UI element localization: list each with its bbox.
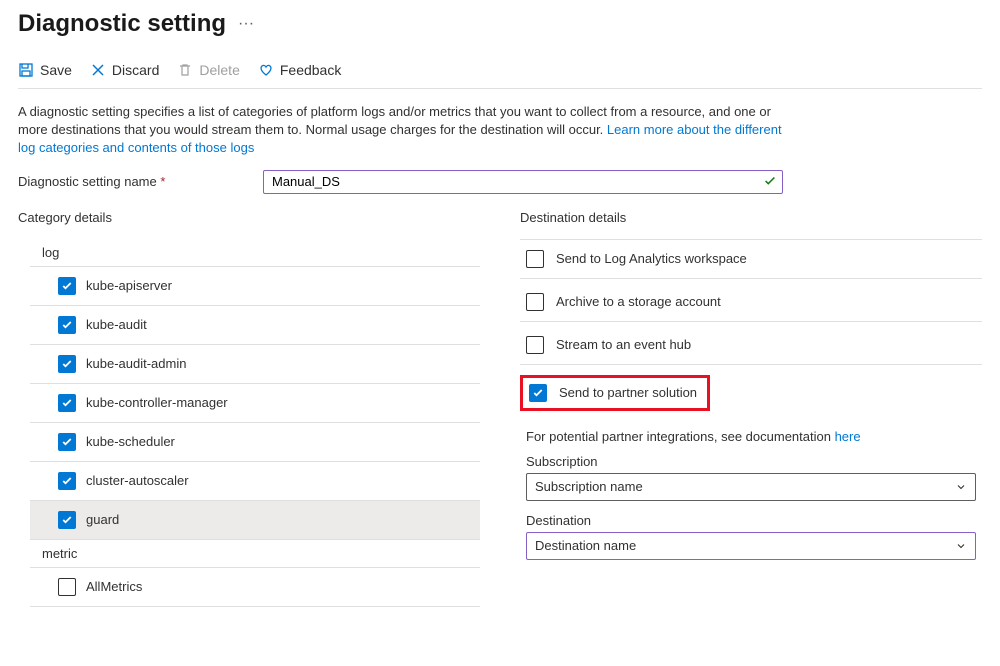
trash-icon <box>177 62 193 78</box>
log-cluster-autoscaler-row[interactable]: cluster-autoscaler <box>30 462 480 501</box>
partner-help-text: For potential partner integrations, see … <box>526 429 982 444</box>
log-kube-controller-manager-checkbox[interactable] <box>58 394 76 412</box>
check-icon <box>763 174 777 191</box>
destination-dropdown[interactable]: Destination name <box>526 532 976 560</box>
dest-row[interactable]: Stream to an event hub <box>520 326 982 365</box>
partner-checkbox[interactable] <box>529 384 547 402</box>
discard-button[interactable]: Discard <box>90 62 159 78</box>
partner-doc-link[interactable]: here <box>835 429 861 444</box>
log-kube-audit-admin-checkbox[interactable] <box>58 355 76 373</box>
destination-label: Destination <box>526 513 982 528</box>
log-kube-audit-admin-label: kube-audit-admin <box>86 356 186 371</box>
dest-checkbox[interactable] <box>526 250 544 268</box>
destination-value: Destination name <box>535 538 636 553</box>
heart-icon <box>258 62 274 78</box>
category-title: Category details <box>18 210 480 225</box>
log-cluster-autoscaler-checkbox[interactable] <box>58 472 76 490</box>
log-cluster-autoscaler-label: cluster-autoscaler <box>86 473 189 488</box>
dest-label: Archive to a storage account <box>556 294 721 309</box>
metric-group-header: metric <box>30 540 480 568</box>
destination-title: Destination details <box>520 210 982 225</box>
category-details: Category details log kube-apiserver kube-… <box>18 210 480 607</box>
save-icon <box>18 62 34 78</box>
more-actions-button[interactable]: ··· <box>234 15 258 33</box>
log-kube-audit-label: kube-audit <box>86 317 147 332</box>
save-label: Save <box>40 62 72 78</box>
log-kube-controller-manager-row[interactable]: kube-controller-manager <box>30 384 480 423</box>
dest-row[interactable]: Archive to a storage account <box>520 283 982 322</box>
metric-AllMetrics-row[interactable]: AllMetrics <box>30 568 480 607</box>
save-button[interactable]: Save <box>18 62 72 78</box>
partner-solution-highlight: Send to partner solution <box>520 375 710 411</box>
close-icon <box>90 62 106 78</box>
subscription-dropdown[interactable]: Subscription name <box>526 473 976 501</box>
dest-checkbox[interactable] <box>526 336 544 354</box>
log-group-header: log <box>30 239 480 267</box>
log-kube-scheduler-label: kube-scheduler <box>86 434 175 449</box>
log-kube-apiserver-checkbox[interactable] <box>58 277 76 295</box>
log-guard-label: guard <box>86 512 119 527</box>
discard-label: Discard <box>112 62 159 78</box>
setting-name-label: Diagnostic setting name * <box>18 174 253 189</box>
delete-button: Delete <box>177 62 239 78</box>
page-title: Diagnostic setting <box>18 10 226 38</box>
log-guard-checkbox[interactable] <box>58 511 76 529</box>
delete-label: Delete <box>199 62 239 78</box>
log-kube-audit-row[interactable]: kube-audit <box>30 306 480 345</box>
dest-row[interactable]: Send to Log Analytics workspace <box>520 240 982 279</box>
subscription-label: Subscription <box>526 454 982 469</box>
subscription-value: Subscription name <box>535 479 643 494</box>
chevron-down-icon <box>955 481 967 493</box>
chevron-down-icon <box>955 540 967 552</box>
log-kube-audit-checkbox[interactable] <box>58 316 76 334</box>
setting-name-input[interactable] <box>263 170 783 194</box>
log-guard-row[interactable]: guard <box>30 501 480 540</box>
metric-AllMetrics-label: AllMetrics <box>86 579 142 594</box>
dest-label: Send to Log Analytics workspace <box>556 251 747 266</box>
log-kube-controller-manager-label: kube-controller-manager <box>86 395 228 410</box>
log-kube-scheduler-row[interactable]: kube-scheduler <box>30 423 480 462</box>
log-kube-audit-admin-row[interactable]: kube-audit-admin <box>30 345 480 384</box>
dest-checkbox[interactable] <box>526 293 544 311</box>
log-kube-apiserver-row[interactable]: kube-apiserver <box>30 267 480 306</box>
log-kube-apiserver-label: kube-apiserver <box>86 278 172 293</box>
toolbar: Save Discard Delete Feedback <box>18 54 982 89</box>
destination-details: Destination details Send to Log Analytic… <box>520 210 982 607</box>
partner-label: Send to partner solution <box>559 385 697 400</box>
intro-text: A diagnostic setting specifies a list of… <box>18 103 798 158</box>
log-kube-scheduler-checkbox[interactable] <box>58 433 76 451</box>
metric-AllMetrics-checkbox[interactable] <box>58 578 76 596</box>
feedback-button[interactable]: Feedback <box>258 62 341 78</box>
feedback-label: Feedback <box>280 62 341 78</box>
dest-label: Stream to an event hub <box>556 337 691 352</box>
